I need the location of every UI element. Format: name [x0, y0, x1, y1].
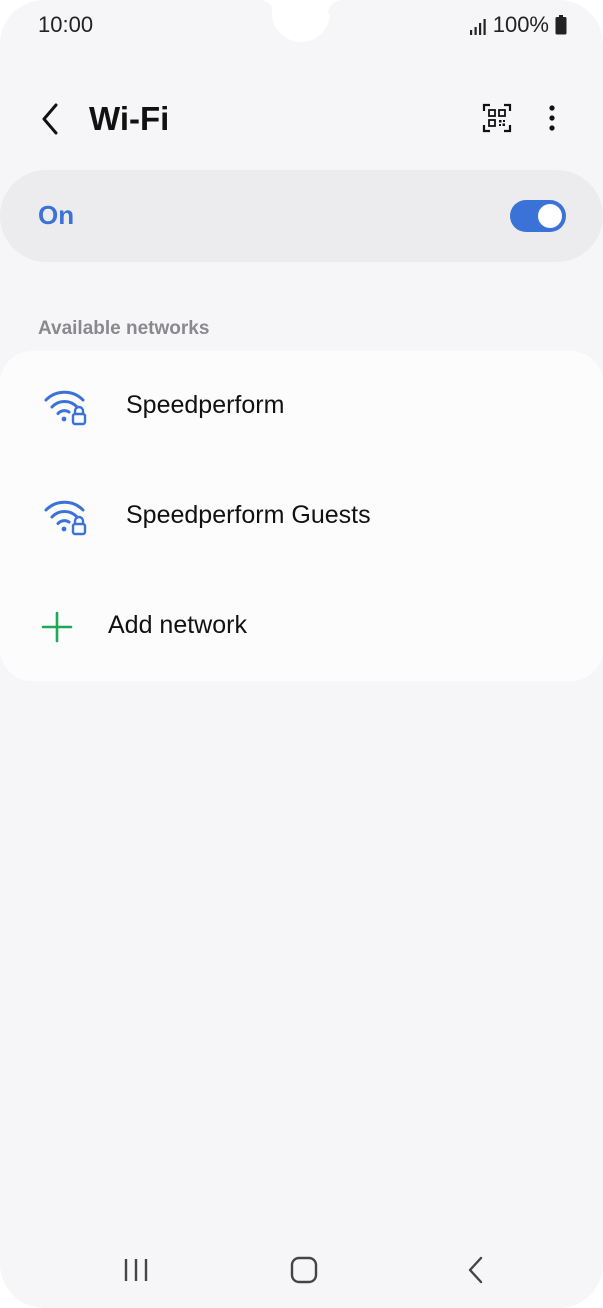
network-list: Speedperform Speedperform Guests Add net…	[0, 351, 603, 681]
status-time: 10:00	[38, 12, 94, 37]
wifi-master-switch[interactable]: On	[0, 170, 603, 262]
home-icon	[290, 1256, 318, 1289]
network-item-speedperform[interactable]: Speedperform	[0, 351, 603, 461]
qr-code-button[interactable]	[475, 98, 519, 142]
signal-icon	[469, 16, 487, 35]
qr-code-icon	[482, 103, 512, 138]
wifi-locked-icon	[43, 496, 89, 536]
available-networks-header: Available networks	[38, 318, 210, 339]
network-name: Speedperform	[126, 391, 285, 419]
battery-icon	[555, 15, 567, 35]
battery-percentage: 100%	[492, 12, 549, 37]
back-arrow-icon	[40, 103, 60, 140]
wifi-locked-icon	[43, 386, 89, 426]
network-name: Speedperform Guests	[126, 501, 371, 529]
status-indicators: 100%	[469, 12, 567, 38]
plus-icon	[41, 611, 73, 643]
nav-recents-button[interactable]	[118, 1255, 154, 1289]
page-title: Wi-Fi	[89, 100, 170, 137]
wifi-toggle[interactable]	[510, 200, 566, 232]
camera-notch	[272, 0, 330, 42]
master-switch-label: On	[38, 200, 75, 230]
toggle-knob	[538, 204, 562, 228]
network-item-speedperform-guests[interactable]: Speedperform Guests	[0, 461, 603, 571]
recents-icon	[122, 1257, 150, 1288]
wifi-settings-screen: 10:00 100% Wi-Fi On Available networks S…	[0, 0, 603, 1308]
add-network-button[interactable]: Add network	[0, 571, 603, 681]
nav-back-button[interactable]	[458, 1255, 494, 1289]
more-vertical-icon	[548, 104, 556, 137]
notch-shoulder-right	[328, 0, 342, 14]
more-options-button[interactable]	[532, 98, 572, 142]
nav-home-button[interactable]	[286, 1255, 322, 1289]
back-button[interactable]	[30, 100, 70, 142]
back-icon	[466, 1256, 486, 1289]
add-network-label: Add network	[108, 611, 247, 639]
